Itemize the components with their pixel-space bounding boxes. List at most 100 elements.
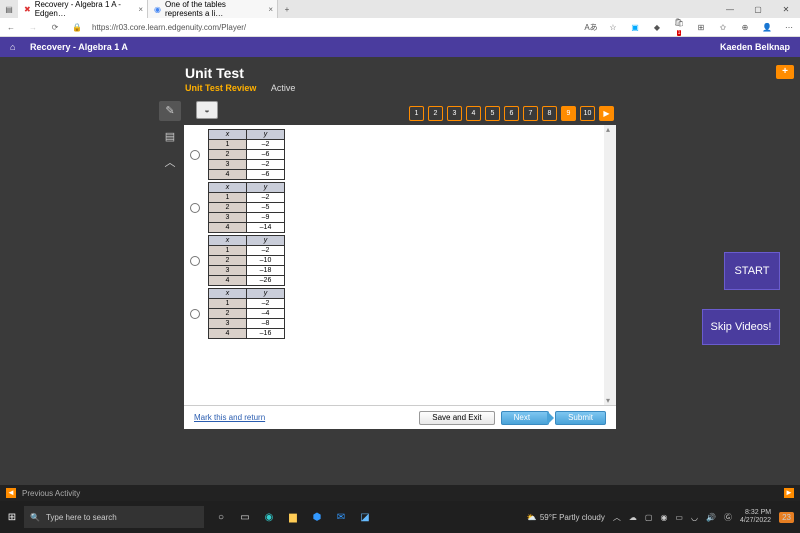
tab-favicon: ✖ [24, 5, 31, 14]
scrollbar[interactable] [604, 125, 616, 405]
lock-icon: 🔒 [70, 23, 84, 32]
question-nav-4[interactable]: 4 [466, 106, 481, 121]
subtitle-active: Active [271, 83, 296, 93]
profile-icon[interactable]: 👤 [760, 23, 774, 32]
cortana-icon[interactable]: ○ [214, 512, 228, 523]
favorites-icon[interactable]: ✩ [716, 23, 730, 32]
question-nav-8[interactable]: 8 [542, 106, 557, 121]
clock-date: 4/27/2022 [740, 517, 771, 525]
menu-icon[interactable]: ⋯ [782, 23, 796, 32]
save-exit-button[interactable]: Save and Exit [419, 411, 494, 425]
refresh-button[interactable]: ⟳ [48, 23, 62, 32]
answer-radio-1[interactable] [190, 150, 200, 160]
extensions-icon[interactable]: ⊞ [694, 23, 708, 32]
browser-titlebar: ▤ ✖ Recovery - Algebra 1 A - Edgen… × ◉ … [0, 0, 800, 18]
tool-rail: ✎ ▤ ︿ [158, 101, 182, 173]
taskbar-clock[interactable]: 8:32 PM 4/27/2022 [740, 509, 771, 524]
edge-icon[interactable]: ◉ [262, 512, 276, 523]
shopping-icon[interactable]: 🛍1 [672, 18, 686, 36]
question-nav-1[interactable]: 1 [409, 106, 424, 121]
ext-blue-icon[interactable]: ▣ [628, 23, 642, 32]
start-menu-button[interactable]: ⊞ [0, 512, 24, 523]
weather-widget[interactable]: ⛅ 59°F Partly cloudy [527, 513, 605, 522]
add-button[interactable]: + [776, 65, 794, 79]
breadcrumb[interactable]: Recovery - Algebra 1 A [30, 42, 128, 52]
answer-table-3: xy1–22–103–184–26 [208, 235, 285, 286]
home-icon[interactable]: ⌂ [10, 42, 24, 52]
answer-radio-3[interactable] [190, 256, 200, 266]
collapse-icon[interactable]: ︿ [159, 153, 181, 173]
read-aloud-icon[interactable]: Aあ [584, 22, 598, 33]
onedrive-icon[interactable]: ☁ [629, 513, 637, 522]
next-activity-arrow[interactable]: ► [784, 488, 794, 498]
question-nav-5[interactable]: 5 [485, 106, 500, 121]
tray-chevron-icon[interactable]: ︿ [613, 512, 621, 523]
skip-videos-button[interactable]: Skip Videos! [702, 309, 780, 345]
app-icon[interactable]: ◪ [358, 512, 372, 523]
battery-icon[interactable]: ▭ [675, 513, 683, 522]
explorer-icon[interactable]: ▆ [286, 512, 300, 523]
weather-text: 59°F Partly cloudy [540, 513, 605, 522]
ext-dark-icon[interactable]: ◆ [650, 23, 664, 32]
address-bar[interactable]: https://r03.core.learn.edgenuity.com/Pla… [92, 23, 576, 32]
question-nav-next[interactable]: ▶ [599, 106, 614, 121]
location-icon[interactable]: ◉ [660, 513, 667, 522]
student-name: Kaeden Belknap [720, 42, 790, 52]
notifications-icon[interactable]: 23 [779, 512, 794, 523]
question-nav-3[interactable]: 3 [447, 106, 462, 121]
close-icon[interactable]: × [268, 5, 273, 14]
browser-tab-1[interactable]: ✖ Recovery - Algebra 1 A - Edgen… × [18, 0, 148, 18]
answer-option-1[interactable]: xy1–22–63–24–6 [190, 129, 616, 180]
close-window-button[interactable]: ✕ [772, 5, 800, 14]
question-nav-7[interactable]: 7 [523, 106, 538, 121]
language-icon[interactable]: Ⓖ [724, 512, 732, 523]
mail-icon[interactable]: ✉ [334, 512, 348, 523]
store-icon[interactable]: ⬢ [310, 512, 324, 523]
question-nav: 123456789 10 ▶ [409, 106, 614, 121]
new-tab-button[interactable]: + [278, 5, 296, 14]
search-icon: 🔍 [30, 513, 40, 522]
answer-option-3[interactable]: xy1–22–103–184–26 [190, 235, 616, 286]
question-panel: xy1–22–63–24–6xy1–22–53–94–14xy1–22–103–… [184, 125, 616, 429]
clock-time: 8:32 PM [740, 509, 771, 517]
panel-footer: Mark this and return Save and Exit Next … [184, 405, 616, 429]
meet-now-icon[interactable]: ▢ [645, 513, 653, 522]
question-nav-9[interactable]: 9 [561, 106, 576, 121]
workspace: + Unit Test Unit Test Review Active ✎ ▤ … [0, 57, 800, 501]
browser-toolbar: ← → ⟳ 🔒 https://r03.core.learn.edgenuity… [0, 18, 800, 37]
note-icon[interactable]: ▤ [159, 127, 181, 147]
taskbar-search[interactable]: 🔍 Type here to search [24, 506, 204, 528]
answer-option-2[interactable]: xy1–22–53–94–14 [190, 182, 616, 233]
prev-activity-label[interactable]: Previous Activity [22, 489, 80, 498]
search-placeholder: Type here to search [46, 513, 117, 522]
back-button[interactable]: ← [4, 23, 18, 32]
collections-icon[interactable]: ⊕ [738, 23, 752, 32]
task-view-icon[interactable]: ▭ [238, 512, 252, 523]
browser-tab-2[interactable]: ◉ One of the tables represents a li… × [148, 0, 278, 18]
favorite-icon[interactable]: ☆ [606, 23, 620, 32]
tab-title: One of the tables represents a li… [165, 0, 259, 18]
mark-return-link[interactable]: Mark this and return [194, 413, 265, 422]
maximize-button[interactable]: ▢ [744, 5, 772, 14]
answer-radio-4[interactable] [190, 309, 200, 319]
prev-activity-arrow[interactable]: ◄ [6, 488, 16, 498]
eraser-icon[interactable]: ◒ [196, 101, 218, 119]
start-button[interactable]: START [724, 252, 780, 290]
subtitle-review: Unit Test Review [185, 83, 256, 93]
close-icon[interactable]: × [138, 5, 143, 14]
lesson-title-block: Unit Test Unit Test Review Active [185, 65, 295, 93]
answer-option-4[interactable]: xy1–22–43–84–16 [190, 288, 616, 339]
answer-radio-2[interactable] [190, 203, 200, 213]
question-nav-10[interactable]: 10 [580, 106, 595, 121]
volume-icon[interactable]: 🔊 [706, 513, 716, 522]
submit-button[interactable]: Submit [555, 411, 606, 425]
question-nav-2[interactable]: 2 [428, 106, 443, 121]
wifi-icon[interactable]: ◡ [691, 513, 698, 522]
content-toolbar: ◒ [196, 101, 218, 119]
next-button[interactable]: Next [501, 411, 549, 425]
question-nav-6[interactable]: 6 [504, 106, 519, 121]
tab-actions-icon[interactable]: ▤ [0, 5, 18, 14]
minimize-button[interactable]: — [716, 5, 744, 14]
windows-taskbar: ⊞ 🔍 Type here to search ○ ▭ ◉ ▆ ⬢ ✉ ◪ ⛅ … [0, 501, 800, 533]
pencil-icon[interactable]: ✎ [159, 101, 181, 121]
